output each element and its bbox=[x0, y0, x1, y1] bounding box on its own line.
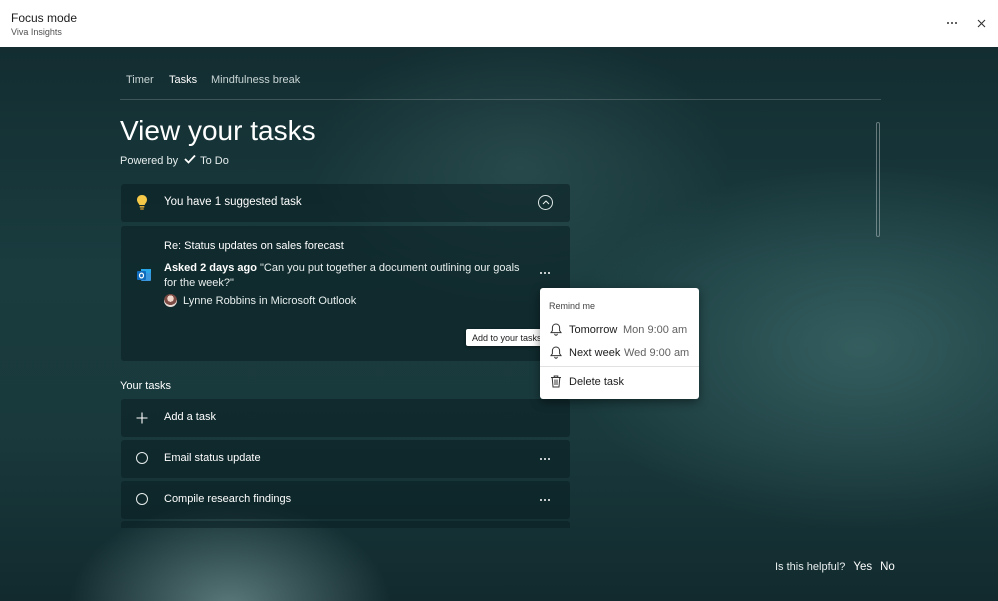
feedback-yes-button[interactable]: Yes bbox=[853, 561, 872, 573]
powered-by: Powered by To Do bbox=[120, 154, 229, 167]
checkmark-icon bbox=[184, 154, 196, 167]
menu-item-label: Next week bbox=[569, 347, 621, 359]
menu-item-tomorrow[interactable]: Tomorrow Mon 9:00 am bbox=[540, 319, 699, 341]
menu-item-time: Wed 9:00 am bbox=[624, 347, 690, 359]
circle-icon bbox=[136, 452, 148, 464]
collapse-button[interactable] bbox=[538, 195, 553, 210]
menu-header: Remind me bbox=[549, 301, 596, 311]
menu-divider bbox=[540, 366, 699, 367]
bell-icon bbox=[550, 346, 562, 362]
feedback-bar: Is this helpful? Yes No bbox=[775, 561, 895, 573]
task-sender: Lynne Robbins in Microsoft Outlook bbox=[164, 294, 356, 307]
more-actions-icon[interactable] bbox=[539, 493, 551, 505]
todo-label: To Do bbox=[200, 154, 229, 167]
suggested-count-text: You have 1 suggested task bbox=[164, 196, 302, 208]
task-snippet: Asked 2 days ago "Can you put together a… bbox=[164, 261, 534, 291]
window-title: Focus mode bbox=[11, 11, 78, 25]
suggested-task-summary: You have 1 suggested task bbox=[121, 184, 570, 222]
plus-icon bbox=[136, 411, 148, 429]
menu-item-next-week[interactable]: Next week Wed 9:00 am bbox=[540, 342, 699, 364]
tab-mindfulness-break[interactable]: Mindfulness break bbox=[211, 74, 300, 86]
chevron-up-icon bbox=[542, 200, 549, 205]
todo-brand: To Do bbox=[184, 154, 229, 167]
task-title: Compile research findings bbox=[164, 493, 292, 505]
add-task-button[interactable]: Add a task bbox=[121, 399, 570, 437]
tab-timer[interactable]: Timer bbox=[126, 74, 154, 86]
trash-icon bbox=[550, 375, 562, 391]
your-tasks-heading: Your tasks bbox=[120, 380, 171, 392]
close-icon[interactable] bbox=[970, 12, 992, 34]
more-actions-icon[interactable] bbox=[539, 452, 551, 464]
menu-item-time: Mon 9:00 am bbox=[623, 324, 688, 336]
menu-item-label: Tomorrow bbox=[569, 324, 618, 336]
task-title: Email status update bbox=[164, 452, 261, 464]
avatar bbox=[164, 294, 177, 307]
add-to-tasks-tooltip: Add to your tasks bbox=[466, 329, 548, 346]
sender-name: Lynne Robbins in Microsoft Outlook bbox=[183, 294, 357, 307]
more-options-icon[interactable] bbox=[941, 12, 963, 34]
tab-bar: Timer Tasks Mindfulness break bbox=[120, 66, 881, 100]
title-bar: Focus mode Viva Insights bbox=[0, 0, 998, 47]
lightbulb-icon bbox=[136, 194, 148, 216]
task-subject: Re: Status updates on sales forecast bbox=[164, 240, 344, 252]
window-subtitle: Viva Insights bbox=[11, 27, 62, 37]
task-item[interactable]: Compile research findings bbox=[121, 481, 570, 519]
scrollbar[interactable] bbox=[876, 122, 880, 237]
tab-tasks[interactable]: Tasks bbox=[169, 74, 197, 86]
page-title: View your tasks bbox=[120, 115, 316, 146]
add-task-label: Add a task bbox=[164, 411, 216, 423]
powered-by-label: Powered by bbox=[120, 154, 179, 167]
feedback-question: Is this helpful? bbox=[775, 561, 846, 573]
task-item[interactable]: Email status update bbox=[121, 440, 570, 478]
asked-time: Asked 2 days ago bbox=[164, 262, 257, 274]
bell-icon bbox=[550, 323, 562, 339]
complete-task-radio[interactable] bbox=[136, 452, 148, 464]
menu-item-label: Delete task bbox=[569, 376, 625, 388]
circle-icon bbox=[136, 493, 148, 505]
feedback-no-button[interactable]: No bbox=[880, 561, 895, 573]
outlook-icon bbox=[136, 268, 152, 288]
active-tab-indicator bbox=[169, 28, 194, 30]
complete-task-radio[interactable] bbox=[136, 493, 148, 505]
menu-item-delete-task[interactable]: Delete task bbox=[540, 371, 699, 393]
more-actions-icon[interactable] bbox=[539, 266, 551, 278]
task-item-partial[interactable] bbox=[121, 521, 570, 528]
